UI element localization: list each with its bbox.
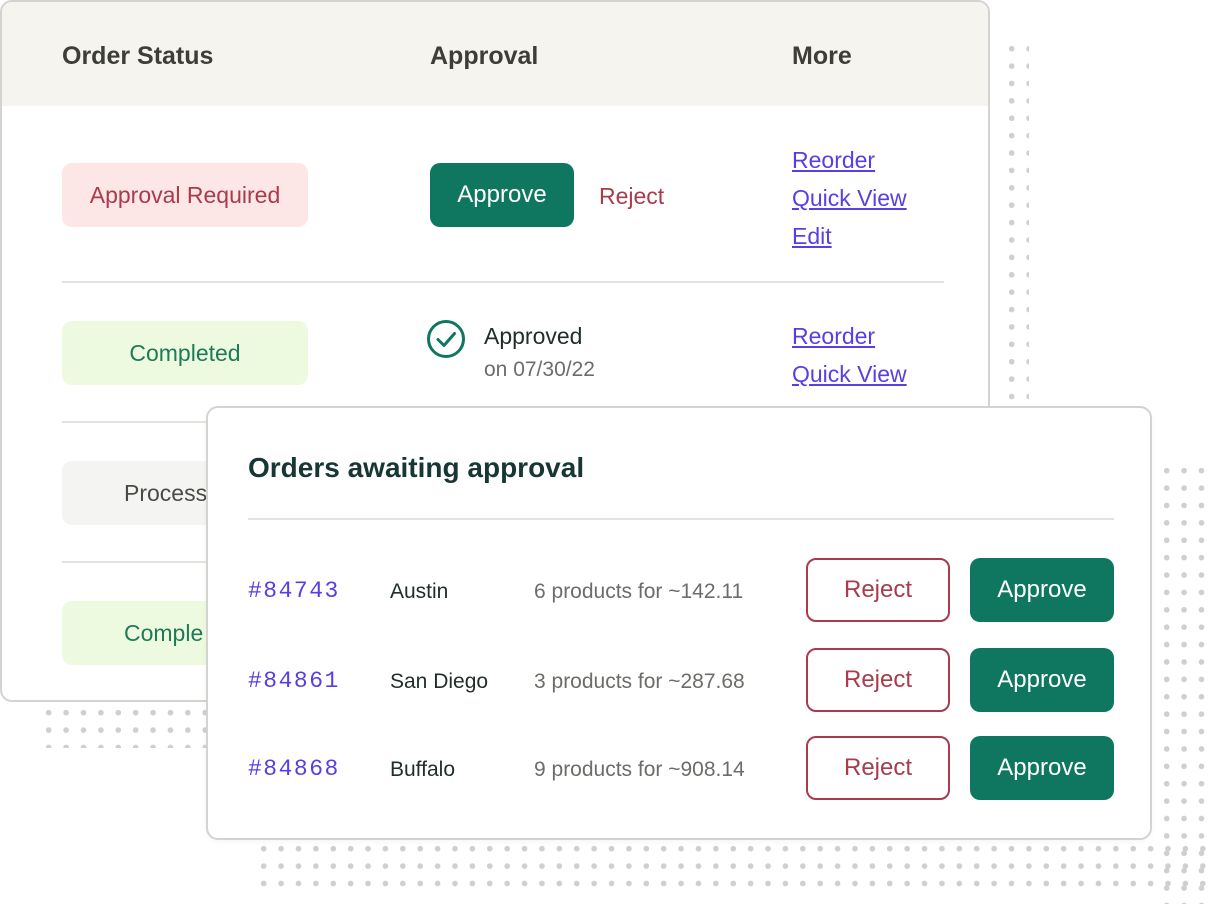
approve-button[interactable]: Approve	[970, 558, 1114, 622]
approved-date-text: on 07/30/22	[484, 358, 595, 381]
reject-button[interactable]: Reject	[806, 648, 950, 712]
check-circle-icon	[427, 320, 465, 358]
header-approval: Approval	[430, 42, 539, 70]
decorative-dots	[1003, 40, 1029, 408]
approved-status-text: Approved	[484, 323, 583, 349]
decorative-dots	[40, 704, 208, 748]
order-id-link[interactable]: #84861	[248, 668, 340, 694]
order-city: Austin	[390, 580, 449, 603]
approve-button[interactable]: Approve	[430, 163, 574, 227]
table-header: Order Status Approval More	[2, 2, 988, 106]
panel-title: Orders awaiting approval	[248, 452, 585, 483]
quick-view-link[interactable]: Quick View	[792, 361, 907, 388]
reject-button[interactable]: Reject	[806, 558, 950, 622]
decorative-dots	[255, 840, 1208, 896]
decorative-dots	[1158, 462, 1208, 904]
order-city: San Diego	[390, 670, 489, 693]
order-summary: 6 products for ~142.11	[534, 580, 744, 603]
order-id-link[interactable]: #84743	[248, 578, 340, 604]
reorder-link[interactable]: Reorder	[792, 147, 875, 174]
approve-button[interactable]: Approve	[970, 736, 1114, 800]
status-badge-completed: Completed	[62, 321, 308, 385]
row-divider	[62, 281, 944, 283]
header-order-status: Order Status	[62, 42, 214, 70]
reject-link[interactable]: Reject	[599, 183, 664, 210]
order-summary: 3 products for ~287.68	[534, 670, 745, 693]
panel-divider	[248, 518, 1114, 520]
quick-view-link[interactable]: Quick View	[792, 185, 907, 212]
order-id-link[interactable]: #84868	[248, 756, 340, 782]
reject-button[interactable]: Reject	[806, 736, 950, 800]
order-city: Buffalo	[390, 758, 455, 781]
reorder-link[interactable]: Reorder	[792, 323, 875, 350]
header-more: More	[792, 42, 852, 70]
edit-link[interactable]: Edit	[792, 223, 832, 250]
status-badge-approval-required: Approval Required	[62, 163, 308, 227]
approve-button[interactable]: Approve	[970, 648, 1114, 712]
order-summary: 9 products for ~908.14	[534, 758, 745, 781]
orders-awaiting-approval-panel: Orders awaiting approval #84743 Austin 6…	[206, 406, 1152, 840]
